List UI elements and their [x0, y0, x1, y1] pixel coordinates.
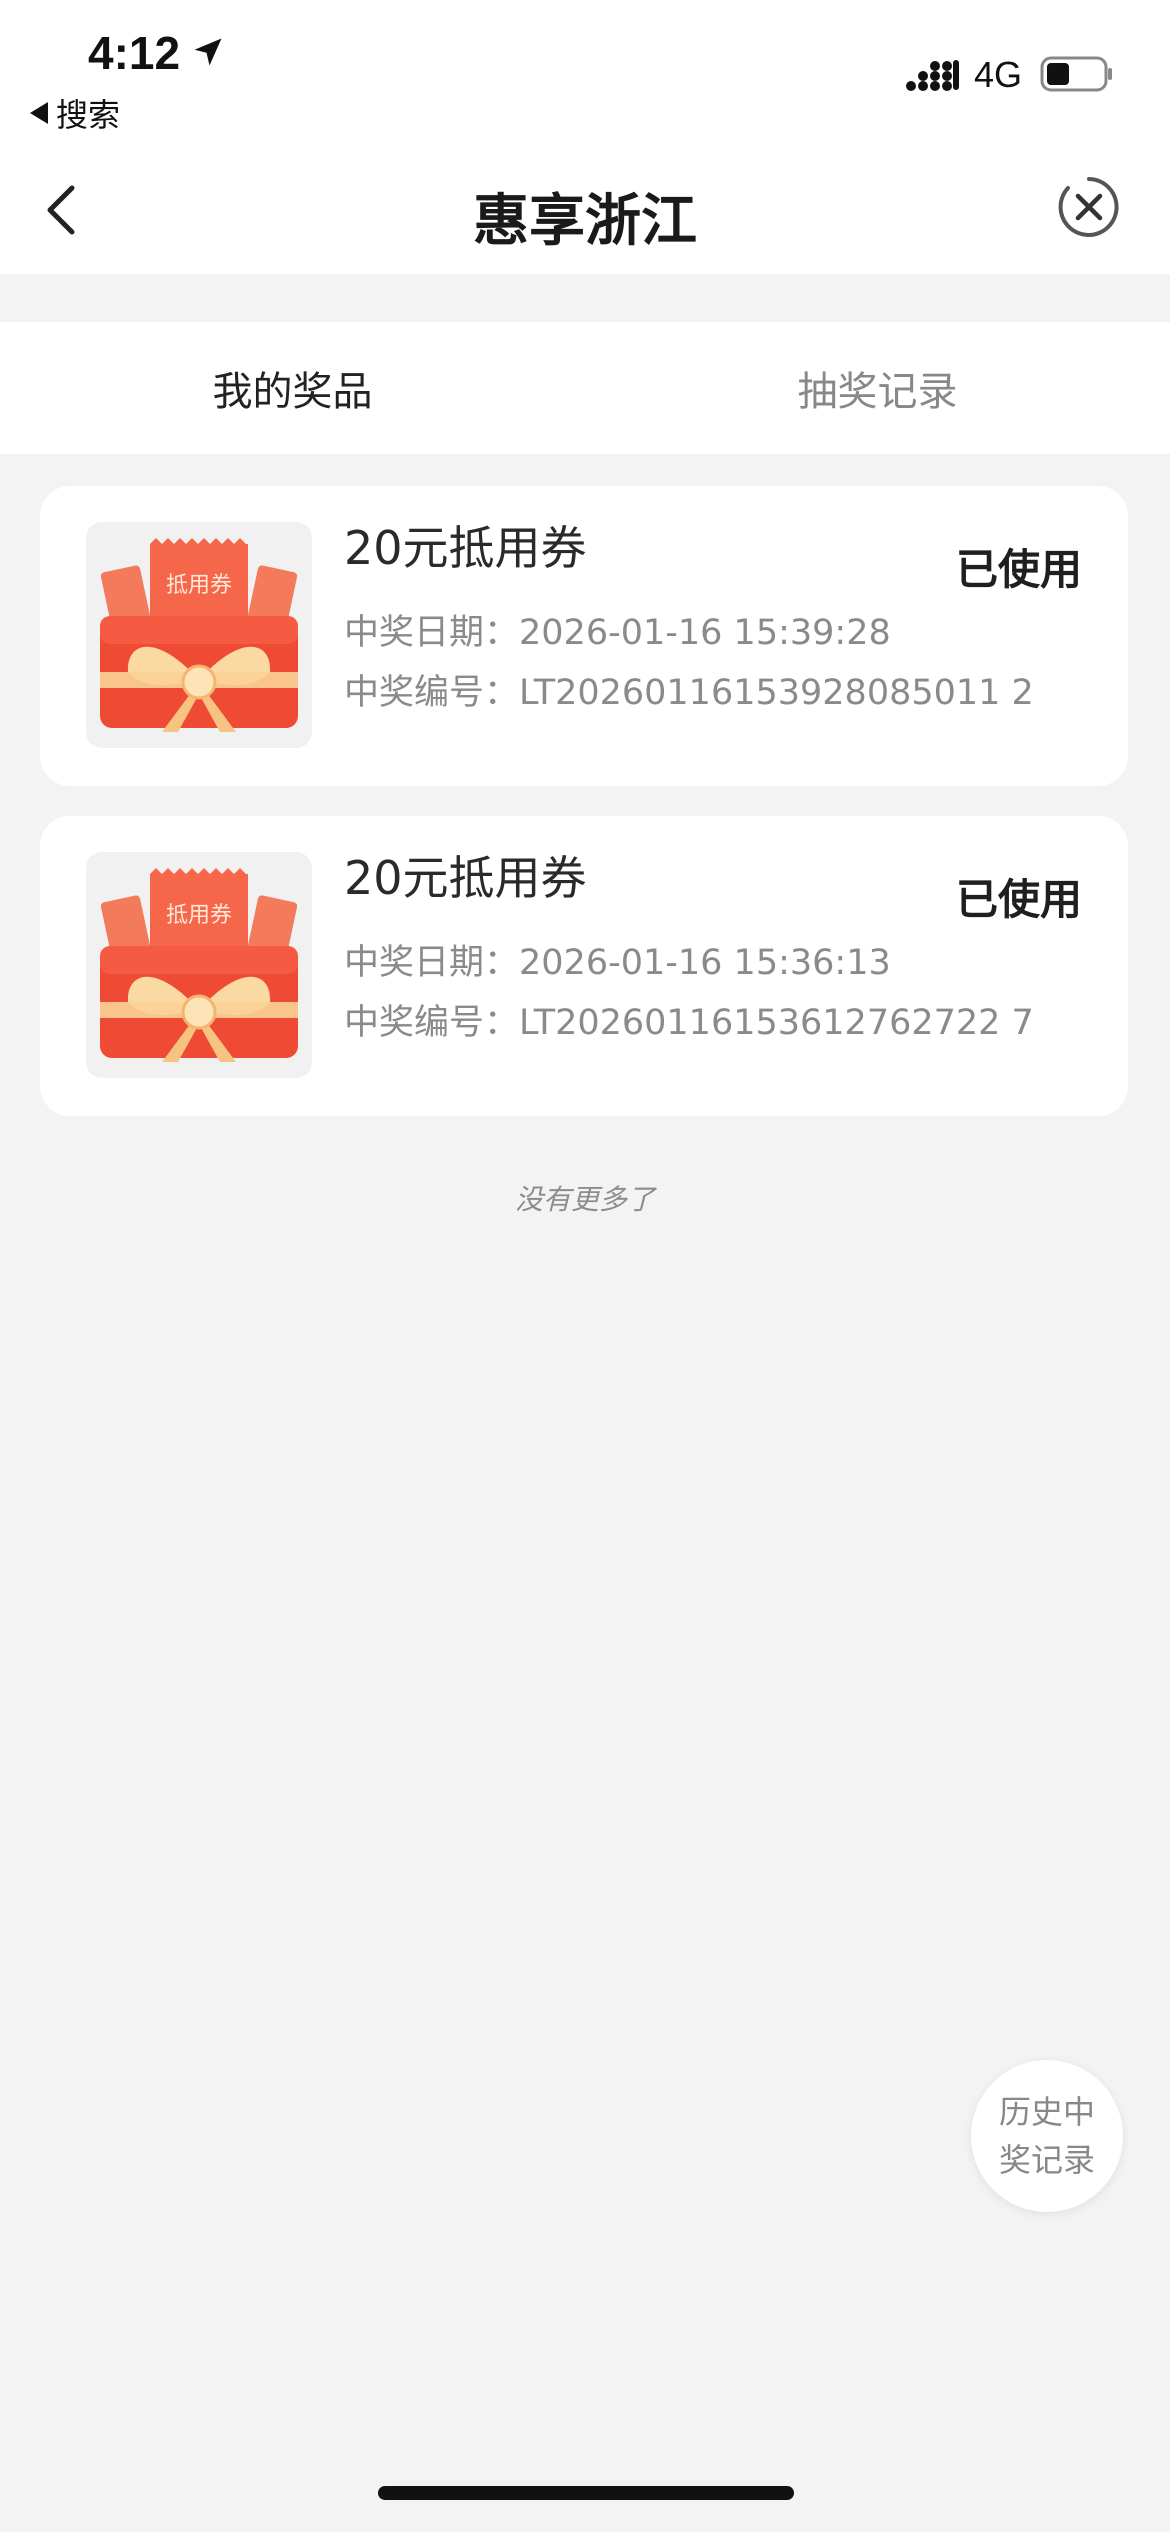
win-date-row: 中奖日期：2026-01-16 15:36:13: [344, 934, 891, 985]
list-end-text: 没有更多了: [514, 1183, 655, 1216]
tab-lottery-records[interactable]: 抽奖记录: [585, 322, 1170, 454]
gift-envelope-icon: 抵用券: [100, 868, 298, 1062]
back-app-label: 搜索: [56, 96, 121, 134]
back-to-app[interactable]: 搜索: [30, 90, 120, 136]
tab-my-prizes[interactable]: 我的奖品: [0, 322, 585, 454]
back-triangle-icon: [30, 102, 48, 124]
status-badge: 已使用: [955, 875, 1082, 924]
navigation-bar: 惠享浙江: [0, 150, 1170, 274]
status-bar: 4:12 搜索 4G: [0, 0, 1170, 150]
win-code-value: LT20260116153612762722 7: [519, 1003, 1034, 1043]
win-code-label: 中奖编号：: [344, 673, 520, 713]
ticket-text: 抵用券: [166, 573, 232, 598]
history-prizes-button[interactable]: 历史中奖记录: [971, 2060, 1123, 2212]
cellular-signal-icon: [906, 60, 959, 91]
close-icon[interactable]: [1056, 174, 1122, 240]
home-indicator[interactable]: [378, 2486, 794, 2500]
prize-title: 20元抵用券: [344, 851, 587, 905]
status-time: 4:12: [88, 27, 181, 79]
win-date-label: 中奖日期：: [344, 943, 520, 983]
location-arrow-icon: [194, 38, 222, 66]
ticket-text: 抵用券: [166, 903, 232, 928]
page-title: 惠享浙江: [473, 189, 697, 254]
history-prizes-label: 历史中奖记录: [998, 2093, 1095, 2179]
network-type: 4G: [974, 54, 1023, 95]
win-date-label: 中奖日期：: [344, 613, 520, 653]
prize-card[interactable]: 抵用券 20元抵用券 已使用 中奖日期：2026-01-16 15:39:28 …: [40, 486, 1128, 786]
win-date-value: 2026-01-16 15:39:28: [519, 613, 891, 653]
status-badge: 已使用: [955, 545, 1082, 594]
prize-card[interactable]: 抵用券 20元抵用券 已使用 中奖日期：2026-01-16 15:36:13 …: [40, 816, 1128, 1116]
win-code-row: 中奖编号：LT20260116153928085011 2: [344, 664, 1034, 715]
coupon-gift-image: 抵用券: [86, 522, 312, 748]
tab-bar: 我的奖品 抽奖记录: [0, 322, 1170, 454]
win-date-row: 中奖日期：2026-01-16 15:39:28: [344, 604, 891, 655]
prize-title: 20元抵用券: [344, 521, 587, 575]
coupon-gift-image: 抵用券: [86, 852, 312, 1078]
win-code-value: LT20260116153928085011 2: [519, 673, 1034, 713]
win-code-label: 中奖编号：: [344, 1003, 520, 1043]
gift-envelope-icon: 抵用券: [100, 538, 298, 732]
battery-icon: [1040, 56, 1112, 92]
win-date-value: 2026-01-16 15:36:13: [519, 943, 891, 983]
win-code-row: 中奖编号：LT20260116153612762722 7: [344, 994, 1034, 1045]
